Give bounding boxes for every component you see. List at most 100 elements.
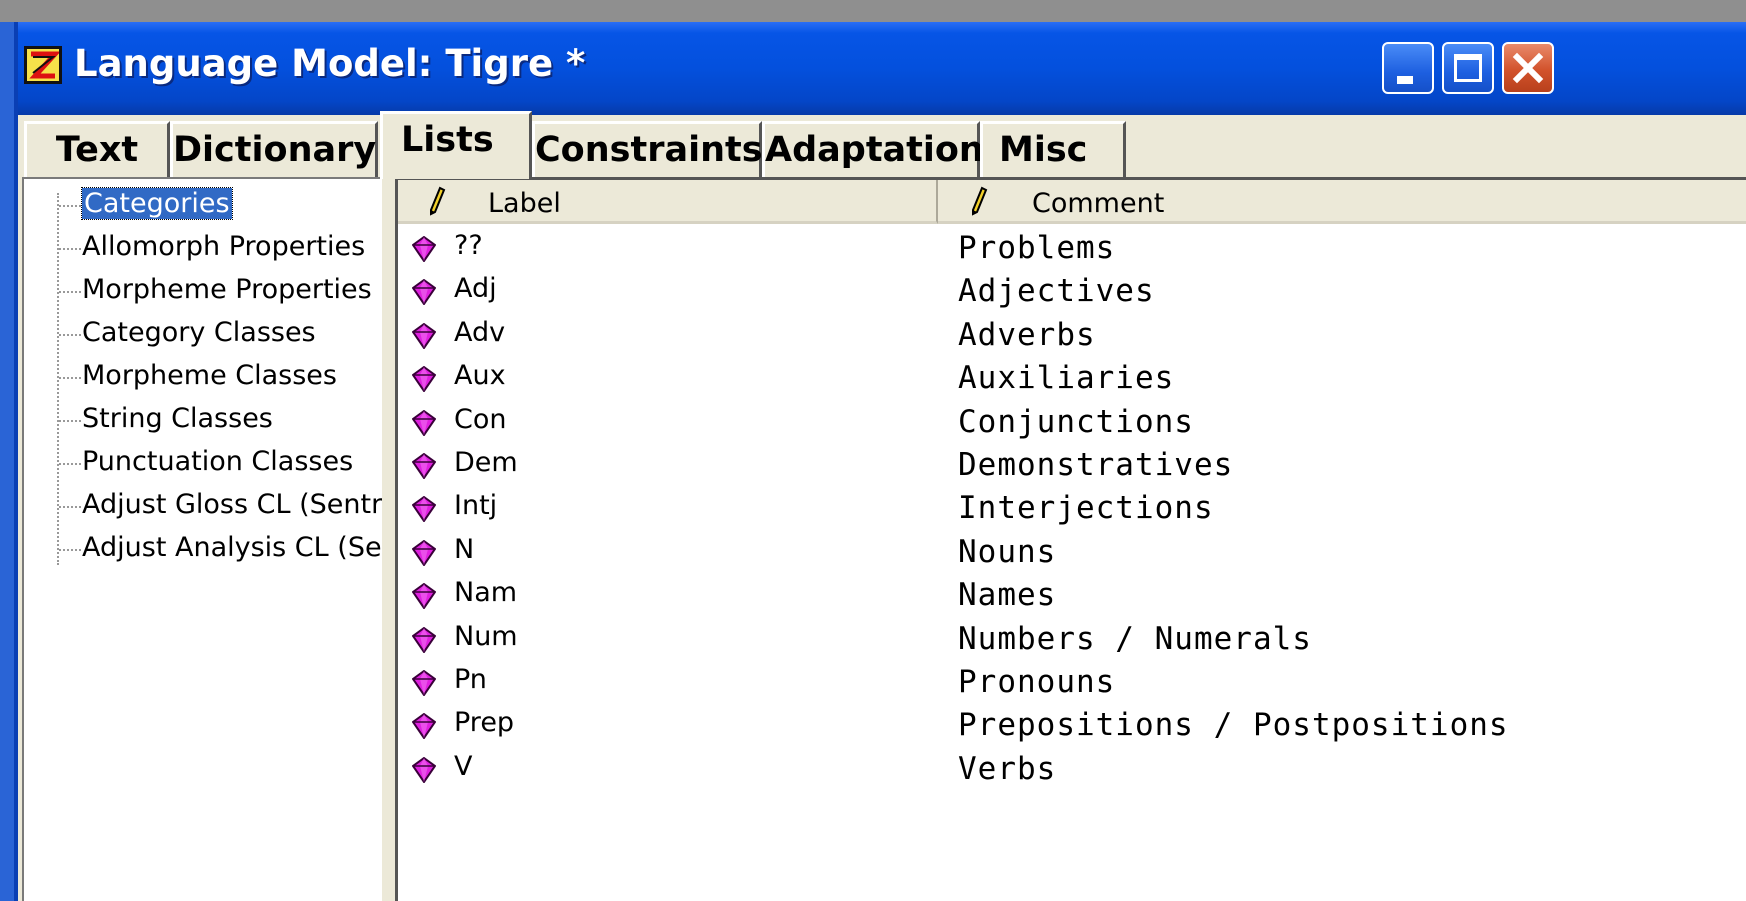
row-label: Pn: [454, 664, 487, 695]
tree-item-string-classes[interactable]: String Classes: [82, 402, 273, 438]
row-comment: Numbers / Numerals: [958, 620, 1312, 657]
list-row[interactable]: Intj Interjections: [398, 488, 1746, 531]
tree-connector: [59, 549, 81, 551]
row-label: Num: [454, 620, 518, 652]
maximize-icon: [1454, 54, 1482, 82]
row-comment: Adjectives: [958, 273, 1155, 310]
tree-item-adjust-analysis[interactable]: Adjust Analysis CL (Ser: [82, 531, 382, 567]
row-label: Dem: [454, 447, 518, 478]
list-row[interactable]: Adv Adverbs: [398, 315, 1746, 358]
tab-lists[interactable]: Lists: [380, 111, 532, 179]
list-row[interactable]: Adj Adjectives: [398, 271, 1746, 314]
row-label: Nam: [454, 577, 518, 609]
row-comment: Conjunctions: [958, 403, 1194, 440]
list-row[interactable]: Pn Pronouns: [398, 662, 1746, 705]
row-comment: Names: [958, 577, 1057, 614]
tree-item-label: Category Classes: [82, 317, 316, 348]
gem-icon: [411, 713, 437, 743]
row-comment: Nouns: [958, 533, 1057, 570]
list-row[interactable]: Dem Demonstratives: [398, 445, 1746, 488]
tree-item-adjust-gloss[interactable]: Adjust Gloss CL (Sentra: [82, 488, 382, 524]
lists-tree[interactable]: Categories Allomorph Properties Morpheme…: [22, 177, 382, 901]
minimize-button[interactable]: [1382, 42, 1434, 94]
tree-connector: [59, 291, 81, 293]
gem-icon: [411, 279, 437, 309]
gem-icon: [411, 409, 437, 440]
pencil-icon: [430, 186, 446, 216]
gem-icon: [411, 582, 437, 613]
list-row[interactable]: N Nouns: [398, 532, 1746, 575]
close-button[interactable]: [1502, 42, 1554, 94]
tree-item-morpheme-classes[interactable]: Morpheme Classes: [82, 359, 337, 395]
row-label: Adj: [454, 273, 497, 305]
gem-icon: [411, 322, 437, 353]
list-row[interactable]: Con Conjunctions: [398, 402, 1746, 445]
tree-item-label: String Classes: [82, 403, 273, 434]
tree-connector: [59, 334, 81, 336]
column-header-text: Label: [488, 188, 561, 219]
maximize-button[interactable]: [1442, 42, 1494, 94]
tab-constraints[interactable]: Constraints: [532, 121, 763, 177]
tree-item-label: Allomorph Properties: [82, 231, 366, 262]
tree-item-categories[interactable]: Categories: [81, 187, 233, 223]
list-row[interactable]: ?? Problems: [398, 228, 1746, 271]
pencil-icon: [972, 186, 988, 216]
minimize-icon: [1397, 76, 1413, 84]
list-row[interactable]: Aux Auxiliaries: [398, 358, 1746, 401]
close-icon: [1512, 52, 1544, 84]
tree-connector: [59, 205, 81, 207]
window-left-border: [0, 22, 14, 901]
window-title: Language Model: Tigre *: [74, 42, 586, 85]
tree-item-label: Adjust Analysis CL (Ser: [82, 532, 382, 563]
tree-connector: [59, 506, 81, 508]
row-label: N: [454, 533, 475, 565]
tree-item-allomorph-properties[interactable]: Allomorph Properties: [82, 230, 365, 266]
tree-connector: [59, 463, 81, 465]
row-comment: Problems: [958, 230, 1116, 266]
gem-icon: [411, 539, 437, 570]
list-row[interactable]: Num Numbers / Numerals: [398, 619, 1746, 662]
tree-item-label: Adjust Gloss CL (Sentra: [82, 489, 382, 520]
column-header-text: Comment: [1032, 188, 1165, 219]
desktop-strip: [0, 0, 1746, 22]
column-header-label[interactable]: Label: [398, 180, 938, 224]
list-row[interactable]: Prep Prepositions / Postpositions: [398, 705, 1746, 748]
tab-dictionary[interactable]: Dictionary: [170, 121, 378, 177]
tree-item-morpheme-properties[interactable]: Morpheme Properties: [82, 273, 372, 309]
list-row[interactable]: V Verbs: [398, 749, 1746, 792]
tree-item-punctuation-classes[interactable]: Punctuation Classes: [82, 445, 353, 481]
gem-icon: [411, 756, 437, 787]
column-header-comment[interactable]: Comment: [938, 180, 1746, 224]
gem-icon: [411, 452, 437, 483]
row-label: Intj: [454, 490, 498, 522]
title-bar[interactable]: Language Model: Tigre *: [18, 22, 1746, 115]
tree-connector: [59, 420, 81, 422]
gem-icon: [411, 626, 437, 657]
tab-adaptation[interactable]: Adaptation: [762, 121, 984, 177]
tab-strip: Text Dictionary Lists Constraints Adapta…: [18, 111, 1746, 179]
gem-icon: [411, 496, 437, 526]
tree-item-label: Morpheme Classes: [82, 360, 337, 391]
gem-icon: [411, 669, 437, 700]
tree-item-category-classes[interactable]: Category Classes: [82, 316, 316, 352]
app-z-icon[interactable]: [24, 46, 62, 84]
row-comment: Demonstratives: [958, 447, 1234, 483]
row-comment: Verbs: [958, 750, 1057, 787]
row-label: Prep: [454, 707, 515, 739]
row-label: Adv: [454, 316, 506, 348]
tree-connector: [59, 377, 81, 379]
tree-item-label: Morpheme Properties: [82, 274, 372, 305]
tab-text[interactable]: Text: [24, 121, 170, 177]
row-comment: Interjections: [958, 490, 1214, 527]
categories-list[interactable]: Label Comment ?? Problems Adj Adjectives Adv…: [395, 177, 1746, 901]
gem-icon: [411, 365, 437, 396]
tab-misc[interactable]: Misc: [980, 121, 1126, 177]
row-label: V: [454, 750, 473, 782]
row-label: Con: [454, 403, 507, 435]
list-row[interactable]: Nam Names: [398, 575, 1746, 618]
row-comment: Pronouns: [958, 664, 1116, 700]
tree-connector: [59, 248, 81, 250]
row-label: ??: [454, 230, 483, 261]
row-comment: Adverbs: [958, 316, 1096, 353]
tree-item-label: Punctuation Classes: [82, 446, 354, 477]
